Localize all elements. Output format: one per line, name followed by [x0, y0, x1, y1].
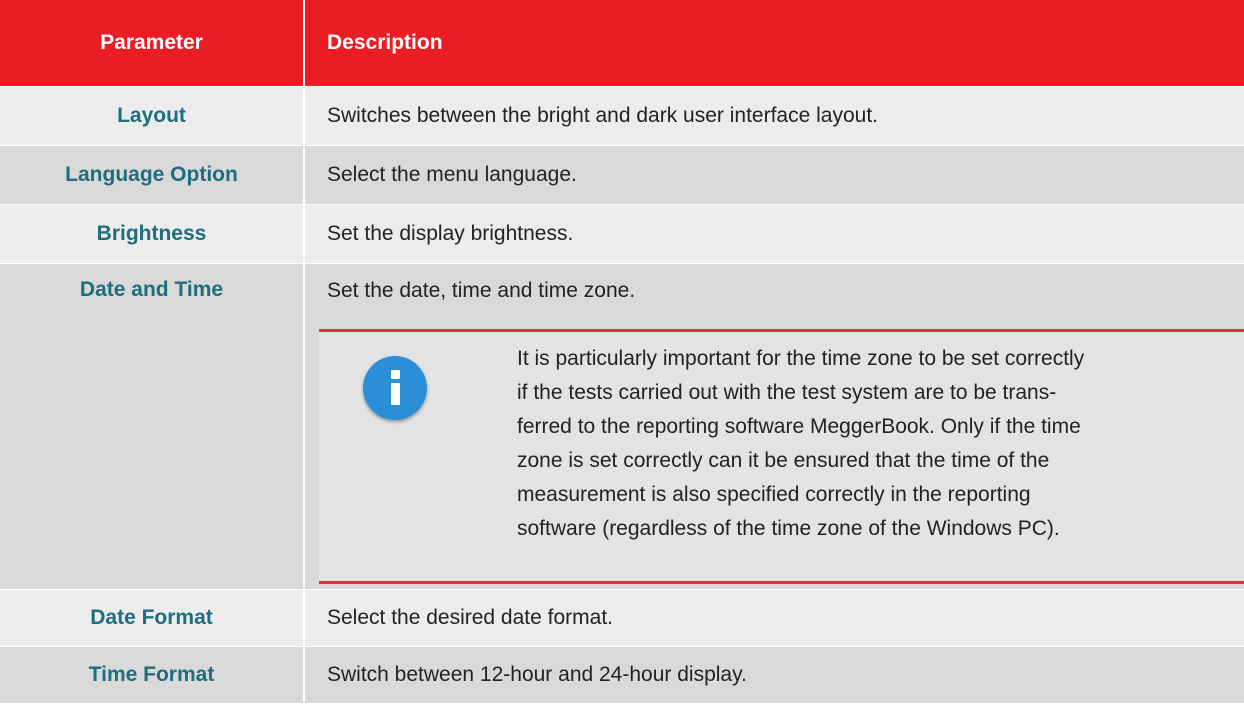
header-description: Description	[327, 31, 443, 54]
table-row: Time Format Switch between 12-hour and 2…	[0, 647, 1244, 704]
row-parameter: Date Format	[0, 590, 305, 646]
table-row: Language Option Select the menu language…	[0, 146, 1244, 205]
parameter-table: Parameter Description Layout Switches be…	[0, 0, 1244, 704]
row-parameter: Language Option	[0, 146, 305, 204]
row-description: Select the menu language.	[327, 163, 577, 186]
row-parameter: Time Format	[0, 647, 305, 703]
note-line: zone is set correctly can it be ensured …	[517, 449, 1050, 472]
note-line: It is particularly important for the tim…	[517, 347, 1085, 370]
row-description-cell: Set the date, time and time zone. It is …	[305, 264, 1244, 589]
row-parameter: Layout	[0, 87, 305, 145]
row-description: Set the display brightness.	[327, 222, 574, 245]
note-line: if the tests carried out with the test s…	[517, 381, 1057, 404]
note-line: ferred to the reporting software MeggerB…	[517, 415, 1081, 438]
header-parameter: Parameter	[0, 0, 305, 86]
note-line: software (regardless of the time zone of…	[517, 517, 1060, 540]
row-parameter: Brightness	[0, 205, 305, 263]
note-line: measurement is also specified correctly …	[517, 483, 1031, 506]
row-description: Set the date, time and time zone.	[327, 279, 636, 302]
table-header-row: Parameter Description	[0, 0, 1244, 87]
row-description: Select the desired date format.	[327, 606, 613, 629]
table-row: Layout Switches between the bright and d…	[0, 87, 1244, 146]
table-row: Date and Time Set the date, time and tim…	[0, 264, 1244, 590]
row-parameter: Date and Time	[0, 264, 305, 589]
row-description: Switch between 12-hour and 24-hour displ…	[327, 663, 747, 686]
table-row: Date Format Select the desired date form…	[0, 590, 1244, 647]
info-icon	[363, 356, 427, 420]
row-description: Switches between the bright and dark use…	[327, 104, 878, 127]
info-note-text: It is particularly important for the tim…	[517, 342, 1229, 546]
table-row: Brightness Set the display brightness.	[0, 205, 1244, 264]
info-note: It is particularly important for the tim…	[319, 329, 1244, 584]
